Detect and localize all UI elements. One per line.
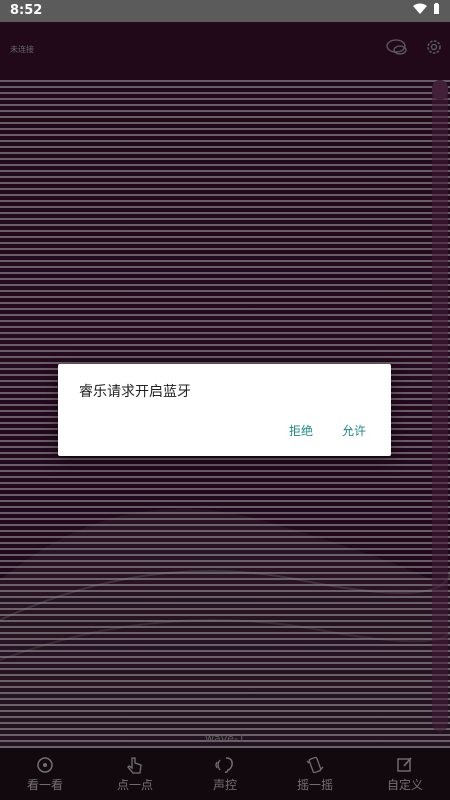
wifi-icon bbox=[413, 3, 427, 14]
dialog-message: 睿乐请求开启蓝牙 bbox=[79, 384, 191, 400]
status-icons bbox=[413, 3, 440, 15]
status-bar: 8:52 bbox=[0, 0, 450, 22]
battery-icon bbox=[434, 3, 439, 14]
deny-button[interactable]: 拒绝 bbox=[289, 422, 313, 439]
bluetooth-permission-dialog: 睿乐请求开启蓝牙 拒绝 允许 bbox=[58, 364, 391, 456]
allow-button[interactable]: 允许 bbox=[342, 422, 366, 439]
status-time: 8:52 bbox=[10, 3, 43, 18]
